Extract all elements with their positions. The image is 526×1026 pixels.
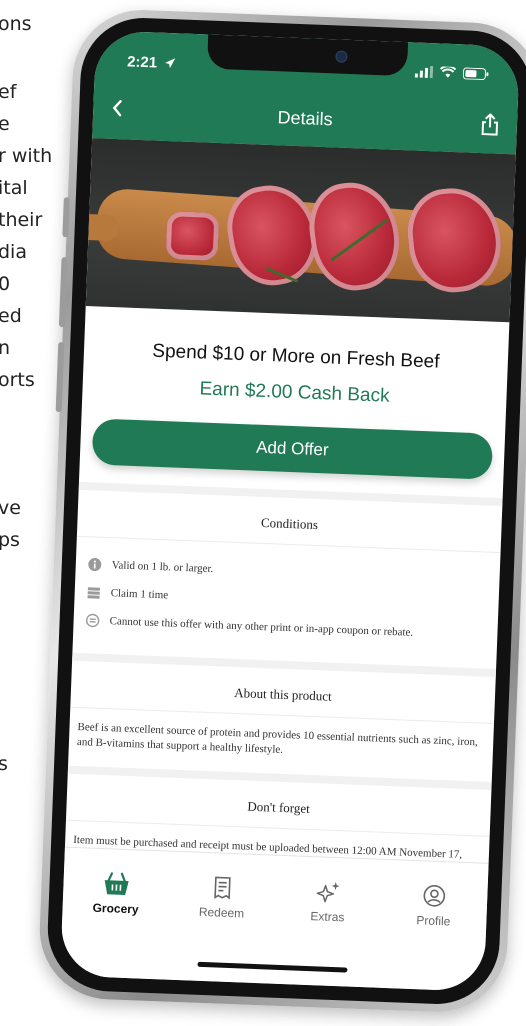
product-image [85,138,516,323]
condition-text: Cannot use this offer with any other pri… [109,615,414,639]
wifi-icon [439,66,457,78]
board-handle [85,213,120,242]
tab-list: Grocery Redeem Extras Profile [62,848,488,930]
conditions-list: Valid on 1 lb. or larger. Claim 1 time C… [72,537,500,669]
status-indicators [414,65,489,81]
conditions-section: Conditions Valid on 1 lb. or larger. Cla… [72,489,503,669]
bottom-tab-bar: Grocery Redeem Extras Profile [59,846,489,992]
steak-piece [165,211,220,262]
nav-bar: Details [93,92,518,144]
back-button[interactable] [111,97,124,123]
receipt-icon [214,876,231,900]
phone-body: 2:21 Details Spend $10 or More on Fresh … [37,7,526,1015]
stack-icon [87,587,100,599]
phone-mockup: 2:21 Details Spend $10 or More on Fresh … [0,0,526,1026]
signal-icon [414,66,434,79]
battery-icon [462,67,489,81]
tab-profile[interactable]: Profile [388,882,480,929]
app-header: 2:21 Details [92,30,521,155]
cashback-amount: Earn $2.00 Cash Back [199,378,390,407]
status-time-text: 2:21 [126,53,158,72]
home-indicator[interactable] [197,961,348,973]
status-time: 2:21 [127,53,177,72]
condition-text: Claim 1 time [110,587,169,602]
tab-grocery[interactable]: Grocery [70,870,162,917]
chevron-left-icon [112,99,122,117]
app-screen: 2:21 Details Spend $10 or More on Fresh … [59,30,521,992]
tab-redeem[interactable]: Redeem [176,874,268,921]
location-arrow-icon [165,58,176,69]
basket-icon [104,872,129,895]
user-icon [423,885,446,907]
offer-title: Spend $10 or More on Fresh Beef [151,340,440,373]
notch [206,34,409,77]
condition-text: Valid on 1 lb. or larger. [111,559,214,576]
share-button[interactable] [480,112,499,141]
sparkle-icon [316,882,340,903]
camera [335,50,348,63]
share-icon [481,112,499,136]
page-title: Details [277,106,333,129]
info-icon [88,558,102,572]
condition-item: Cannot use this offer with any other pri… [85,613,485,642]
condition-item: Claim 1 time [86,585,486,614]
tab-label: Redeem [198,904,245,921]
tab-label: Extras [310,909,345,925]
about-section: About this product Beef is an excellent … [68,660,496,782]
condition-item: Valid on 1 lb. or larger. [88,557,488,586]
tab-label: Profile [416,913,451,929]
steak-piece [220,178,325,292]
tab-label: Grocery [92,900,139,917]
tab-extras[interactable]: Extras [282,878,374,925]
no-combine-icon [85,613,100,628]
